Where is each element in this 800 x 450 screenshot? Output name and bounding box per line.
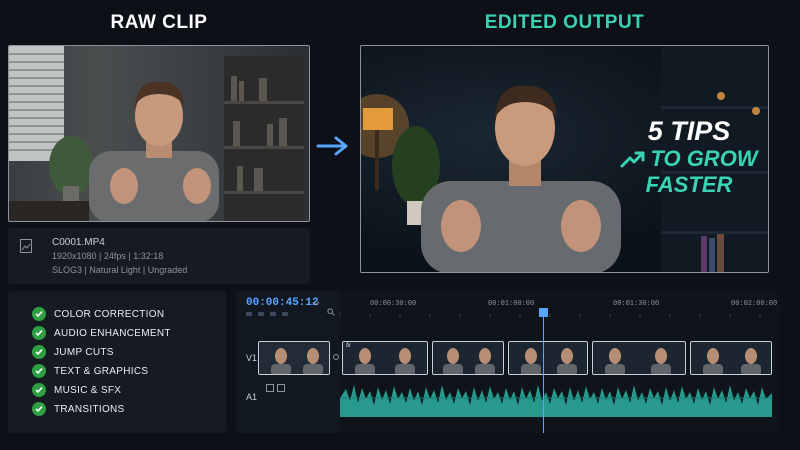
raw-clip-heading: RAW CLIP xyxy=(110,12,208,33)
editor-timeline[interactable]: 00:00:45:12 00:00:30:00 00:01:00:00 00:0… xyxy=(236,291,780,433)
checklist-label: TRANSITIONS xyxy=(54,403,125,415)
video-clip[interactable] xyxy=(592,341,686,375)
marker-icon[interactable] xyxy=(270,312,276,316)
file-specs: 1920x1080 | 24fps | 1:32:18 xyxy=(52,251,164,261)
check-icon xyxy=(32,402,46,416)
overlay-line-1: 5 TIPS xyxy=(647,116,731,146)
clip-thumbnail xyxy=(509,342,587,374)
audio-track-controls-icon[interactable] xyxy=(266,384,288,392)
track-label-v1: V1 xyxy=(246,353,258,363)
file-profile: SLOG3 | Natural Light | Ungraded xyxy=(52,265,188,275)
checklist-item: TEXT & GRAPHICS xyxy=(32,364,148,378)
trending-up-icon xyxy=(620,151,645,168)
checklist-item: TRANSITIONS xyxy=(32,402,125,416)
timecode-menu-icon[interactable] xyxy=(312,299,320,307)
video-clip[interactable]: fx xyxy=(342,341,428,375)
timecode-display[interactable]: 00:00:45:12 xyxy=(246,297,319,309)
checklist-item: JUMP CUTS xyxy=(32,345,114,359)
ruler-tick-label: 00:00:30:00 xyxy=(370,300,417,308)
checklist-label: COLOR CORRECTION xyxy=(54,308,165,320)
edit-checklist: COLOR CORRECTION AUDIO ENHANCEMENT JUMP … xyxy=(8,291,226,433)
checklist-item: AUDIO ENHANCEMENT xyxy=(32,326,171,340)
clip-info-panel: C0001.MP4 1920x1080 | 24fps | 1:32:18 SL… xyxy=(8,228,310,284)
playhead-line[interactable] xyxy=(543,311,544,433)
track-label-a1: A1 xyxy=(246,392,258,402)
check-icon xyxy=(32,307,46,321)
file-name: C0001.MP4 xyxy=(52,237,105,248)
timeline-tools xyxy=(246,312,288,316)
arrow-right-icon xyxy=(316,136,348,156)
clip-thumbnail xyxy=(343,342,427,374)
video-clip[interactable] xyxy=(432,341,504,375)
overlay-line-3: FASTER xyxy=(645,172,733,197)
fx-badge: fx xyxy=(346,343,351,349)
audio-waveform[interactable] xyxy=(340,379,772,417)
checklist-item: MUSIC & SFX xyxy=(32,383,121,397)
raw-clip-preview[interactable] xyxy=(8,45,310,222)
check-icon xyxy=(32,345,46,359)
clip-thumbnail xyxy=(593,342,685,374)
zoom-icon[interactable] xyxy=(327,308,335,316)
ruler-tick-label: 00:02:00:00 xyxy=(731,300,778,308)
link-icon[interactable] xyxy=(258,312,264,316)
edited-output-preview[interactable]: 5 TIPS TO GROW FASTER xyxy=(360,45,769,273)
video-clip[interactable] xyxy=(508,341,588,375)
ruler-tick-label: 00:01:00:00 xyxy=(488,300,535,308)
checklist-label: JUMP CUTS xyxy=(54,346,114,358)
checklist-label: TEXT & GRAPHICS xyxy=(54,365,149,377)
overlay-line-2: TO GROW xyxy=(650,146,758,171)
settings-icon[interactable] xyxy=(282,312,288,316)
checklist-label: AUDIO ENHANCEMENT xyxy=(54,327,171,339)
title-overlay: 5 TIPS TO GROW FASTER xyxy=(609,116,768,198)
edited-output-heading: EDITED OUTPUT xyxy=(484,12,645,33)
check-icon xyxy=(32,383,46,397)
video-clip[interactable] xyxy=(258,341,330,375)
checklist-item: COLOR CORRECTION xyxy=(32,307,164,321)
snap-icon[interactable] xyxy=(246,312,252,316)
check-icon xyxy=(32,326,46,340)
raw-clip-image xyxy=(9,46,304,221)
clip-thumbnail xyxy=(259,342,329,374)
ruler-ticks xyxy=(340,311,761,317)
clip-link-icon xyxy=(333,354,339,360)
clip-thumbnail xyxy=(433,342,503,374)
file-image-icon xyxy=(20,239,32,253)
video-clip[interactable] xyxy=(690,341,772,375)
check-icon xyxy=(32,364,46,378)
ruler-tick-label: 00:01:30:00 xyxy=(613,300,660,308)
clip-thumbnail xyxy=(691,342,771,374)
checklist-label: MUSIC & SFX xyxy=(54,384,122,396)
